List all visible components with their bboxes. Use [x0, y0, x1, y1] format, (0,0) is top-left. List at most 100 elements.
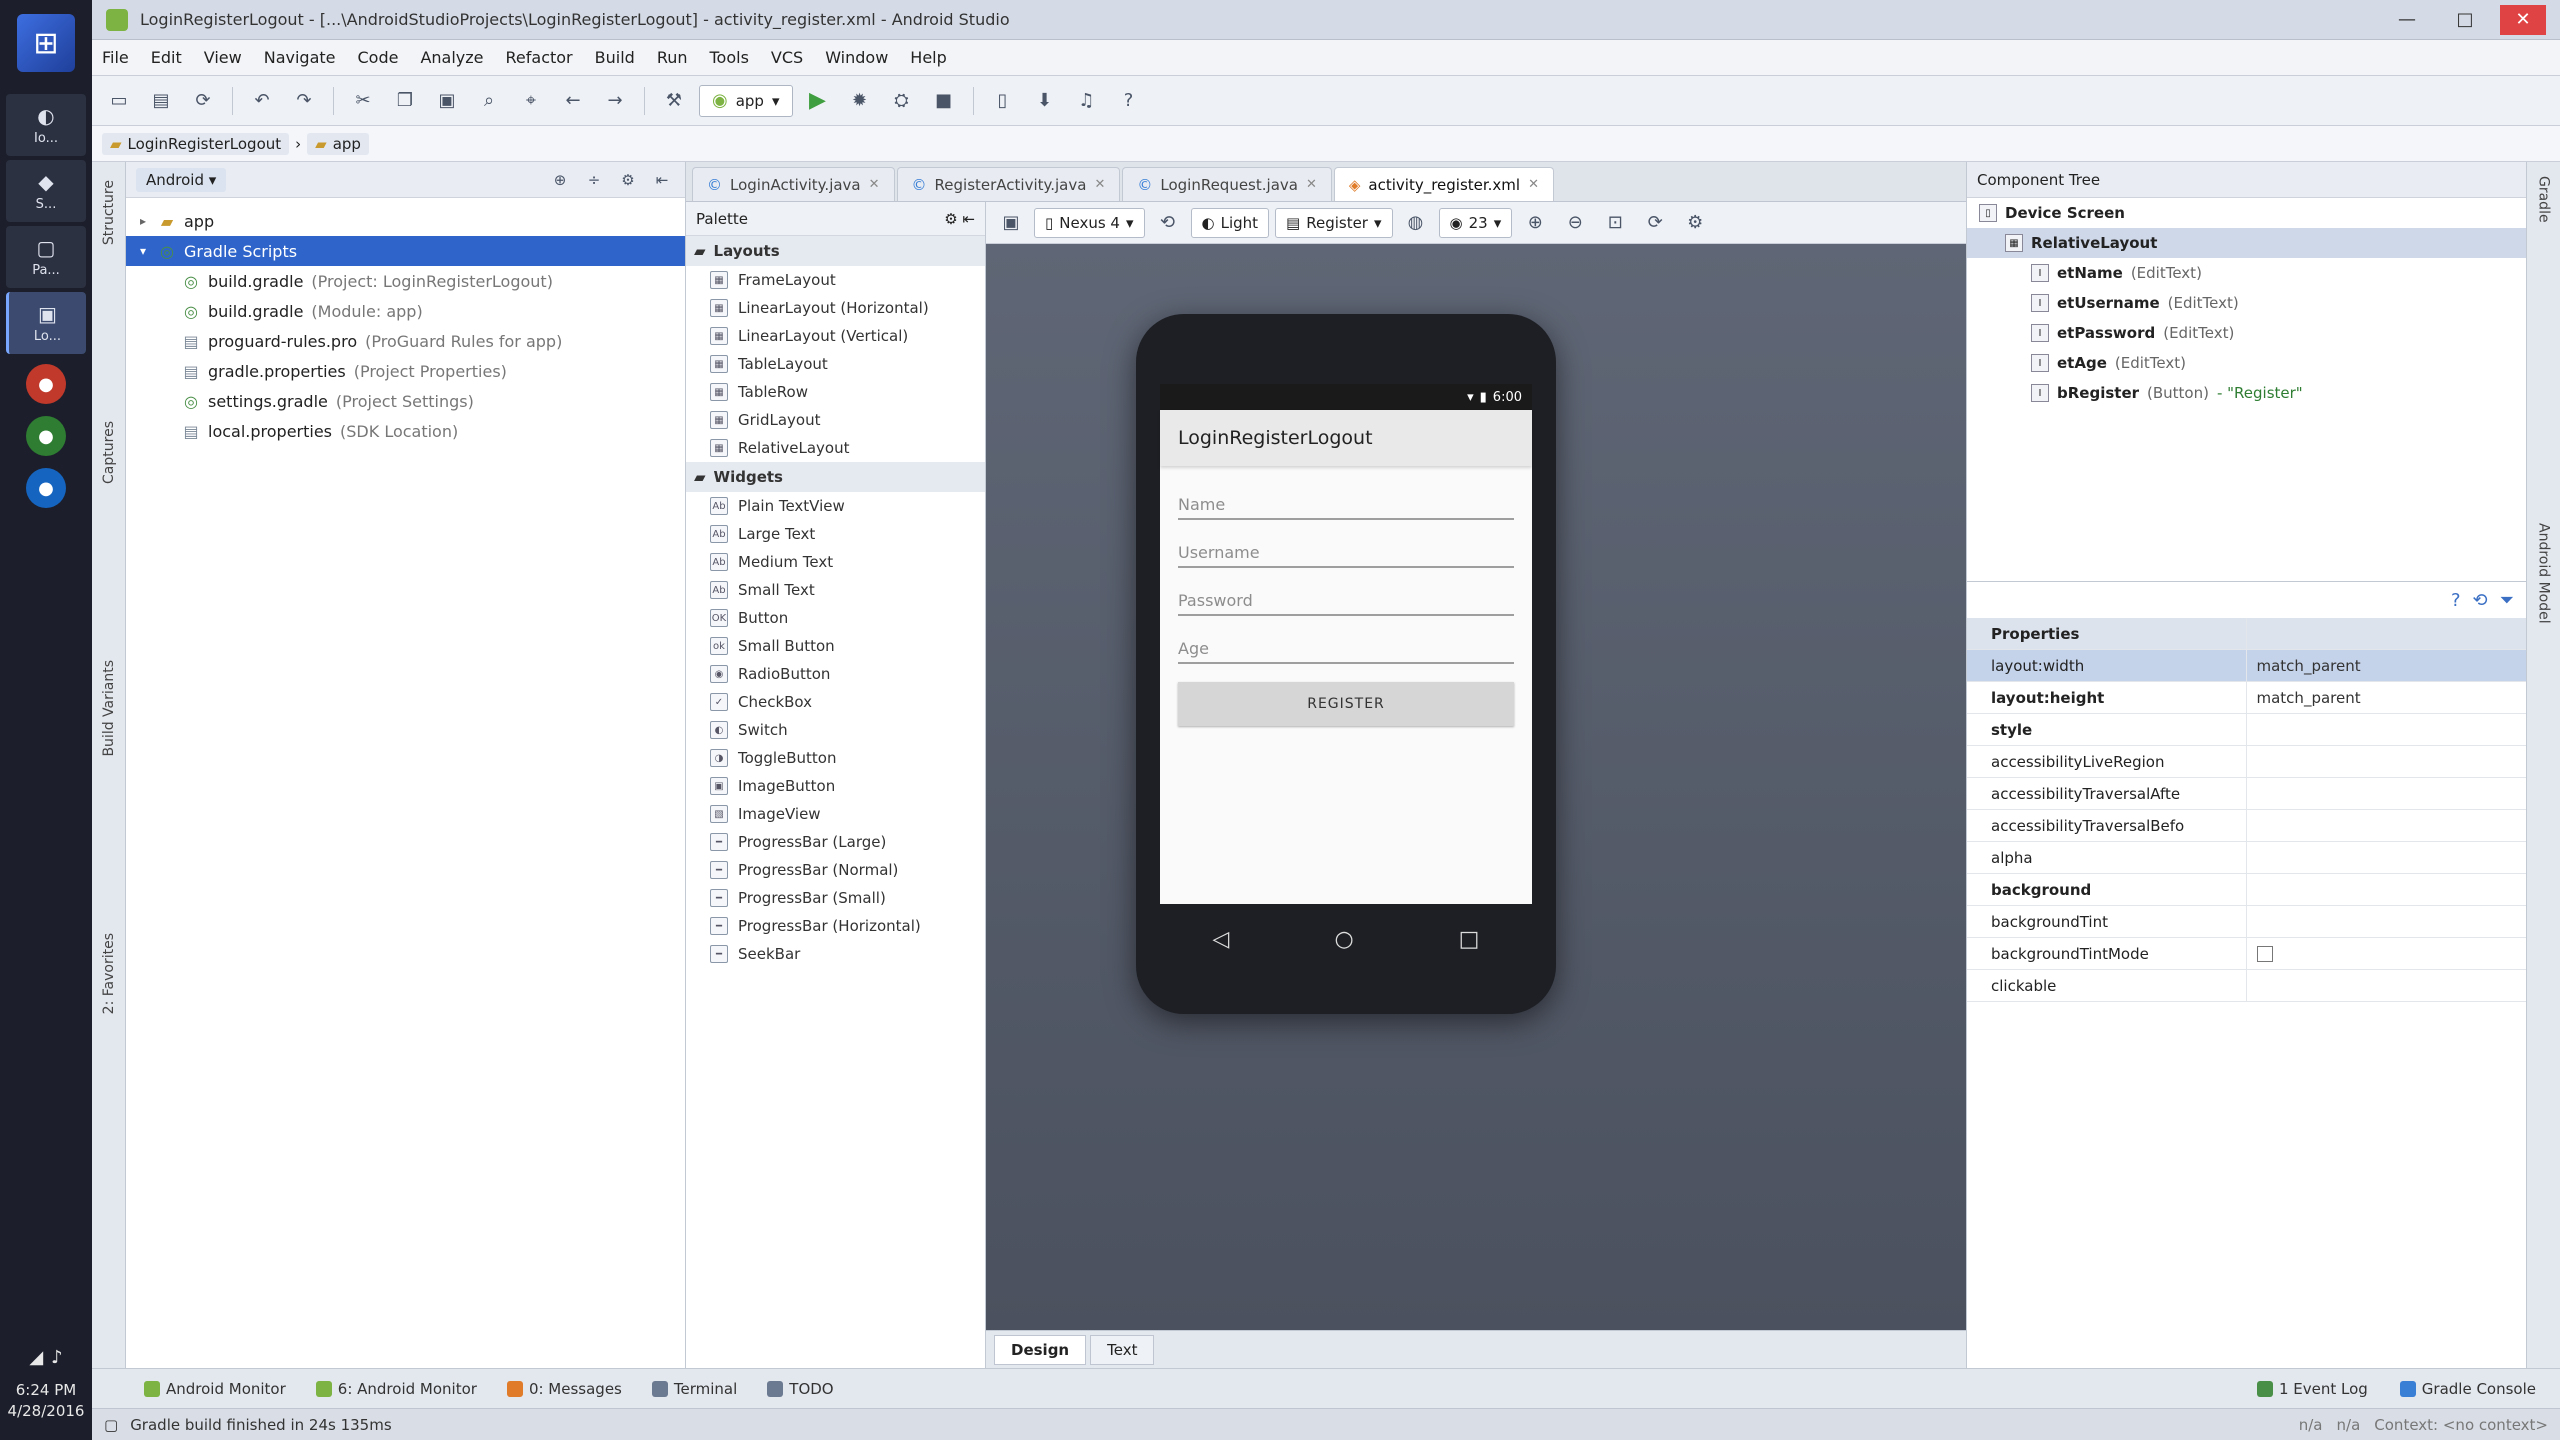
back-icon[interactable]: ←: [556, 84, 590, 118]
menu-analyze[interactable]: Analyze: [420, 48, 483, 67]
property-value[interactable]: [2247, 906, 2527, 937]
network-icon[interactable]: ◢: [29, 1347, 43, 1368]
palette-group-widgets[interactable]: ▰ Widgets: [686, 462, 985, 492]
breadcrumb-item[interactable]: ▰ app: [307, 132, 369, 155]
palette-item[interactable]: ◑ ToggleButton: [686, 744, 985, 772]
menu-help[interactable]: Help: [910, 48, 946, 67]
zoom-out-icon[interactable]: ⊖: [1558, 206, 1592, 240]
save-all-icon[interactable]: ▤: [144, 84, 178, 118]
palette-settings-icon[interactable]: ⚙ ⇤: [944, 210, 975, 228]
property-value[interactable]: match_parent: [2247, 650, 2527, 681]
tree-item[interactable]: ▤ gradle.properties (Project Properties): [126, 356, 685, 386]
debug-icon[interactable]: ✹: [843, 84, 877, 118]
property-row[interactable]: accessibilityTraversalAfte: [1967, 778, 2526, 810]
menu-vcs[interactable]: VCS: [771, 48, 803, 67]
settings-gear-icon[interactable]: ⚙: [615, 167, 641, 193]
tool-window-tab[interactable]: Captures: [101, 413, 117, 492]
bottom-tool-tab[interactable]: TODO: [755, 1374, 845, 1404]
copy-icon[interactable]: ❐: [388, 84, 422, 118]
menu-refactor[interactable]: Refactor: [506, 48, 573, 67]
property-row[interactable]: style: [1967, 714, 2526, 746]
palette-item[interactable]: ━ ProgressBar (Horizontal): [686, 912, 985, 940]
expand-arrow-icon[interactable]: ▾: [136, 244, 150, 258]
reset-icon[interactable]: ⟲: [2473, 590, 2488, 611]
rotate-icon[interactable]: ⟲: [1151, 206, 1185, 240]
component-tree-item[interactable]: ▦ RelativeLayout: [1967, 228, 2526, 258]
bottom-tool-tab[interactable]: Android Monitor: [132, 1374, 298, 1404]
bottom-tool-tab[interactable]: 0: Messages: [495, 1374, 634, 1404]
palette-item[interactable]: Ab Plain TextView: [686, 492, 985, 520]
tool-window-tab[interactable]: Gradle: [2536, 176, 2552, 223]
help-icon[interactable]: ?: [1112, 84, 1146, 118]
volume-icon[interactable]: ♪: [51, 1347, 63, 1368]
palette-item[interactable]: ▦ TableRow: [686, 378, 985, 406]
palette-item[interactable]: ▦ FrameLayout: [686, 266, 985, 294]
forward-icon[interactable]: →: [598, 84, 632, 118]
property-value[interactable]: [2247, 842, 2527, 873]
filter-icon[interactable]: ⏷: [2500, 590, 2514, 611]
device-select[interactable]: ▯ Nexus 4 ▾: [1034, 207, 1145, 238]
tab-text[interactable]: Text: [1090, 1334, 1155, 1365]
stop-icon[interactable]: ■: [927, 84, 961, 118]
palette-item[interactable]: ◐ Switch: [686, 716, 985, 744]
palette-group-layouts[interactable]: ▰ Layouts: [686, 236, 985, 266]
bottom-tool-tab[interactable]: 1 Event Log: [2245, 1374, 2380, 1404]
paste-icon[interactable]: ▣: [430, 84, 464, 118]
zoom-actual-icon[interactable]: ⊡: [1598, 206, 1632, 240]
cut-icon[interactable]: ✂: [346, 84, 380, 118]
taskbar-item[interactable]: ◐ Io...: [6, 94, 86, 156]
expand-arrow-icon[interactable]: ▸: [136, 214, 150, 228]
hide-panel-icon[interactable]: ⇤: [649, 167, 675, 193]
palette-item[interactable]: ━ ProgressBar (Normal): [686, 856, 985, 884]
attach-debugger-icon[interactable]: ⛭: [885, 84, 919, 118]
status-icon[interactable]: ▢: [104, 1416, 118, 1434]
palette-item[interactable]: ▦ LinearLayout (Vertical): [686, 322, 985, 350]
android-monitor-icon[interactable]: ♫: [1070, 84, 1104, 118]
zoom-in-icon[interactable]: ⊕: [1518, 206, 1552, 240]
tool-window-tab[interactable]: Android Model: [2536, 523, 2552, 624]
property-checkbox[interactable]: [2256, 945, 2273, 962]
locale-icon[interactable]: ◍: [1399, 206, 1433, 240]
palette-item[interactable]: OK Button: [686, 604, 985, 632]
close-tab-icon[interactable]: ✕: [1528, 177, 1539, 192]
phone-edittext-age[interactable]: Age: [1178, 624, 1514, 664]
menu-window[interactable]: Window: [825, 48, 888, 67]
tool-window-tab[interactable]: Build Variants: [101, 652, 117, 765]
component-tree-item[interactable]: IetAge (EditText): [1967, 348, 2526, 378]
api-level-select[interactable]: ◉ 23 ▾: [1438, 207, 1513, 238]
property-value[interactable]: [2247, 938, 2527, 969]
palette-item[interactable]: Ab Large Text: [686, 520, 985, 548]
component-tree-item[interactable]: IbRegister (Button) - "Register": [1967, 378, 2526, 408]
property-value[interactable]: [2247, 970, 2527, 1001]
taskbar-item[interactable]: ◆ S...: [6, 160, 86, 222]
property-row[interactable]: layout:height match_parent: [1967, 682, 2526, 714]
close-tab-icon[interactable]: ✕: [869, 177, 880, 192]
phone-edittext-name[interactable]: Name: [1178, 480, 1514, 520]
component-tree-item[interactable]: IetName (EditText): [1967, 258, 2526, 288]
settings-gear-icon[interactable]: ⚙: [1678, 206, 1712, 240]
property-row[interactable]: background: [1967, 874, 2526, 906]
minimize-button[interactable]: —: [2384, 5, 2430, 35]
property-row[interactable]: accessibilityLiveRegion: [1967, 746, 2526, 778]
component-tree-item[interactable]: IetPassword (EditText): [1967, 318, 2526, 348]
tree-item[interactable]: ▸ ▰ app: [126, 206, 685, 236]
editor-tab[interactable]: © LoginActivity.java ✕: [692, 167, 895, 201]
property-row[interactable]: layout:width match_parent: [1967, 650, 2526, 682]
start-button[interactable]: ⊞: [17, 14, 75, 72]
menu-code[interactable]: Code: [358, 48, 399, 67]
palette-item[interactable]: ◉ RadioButton: [686, 660, 985, 688]
property-value[interactable]: match_parent: [2247, 682, 2527, 713]
taskbar-app-icon[interactable]: ●: [26, 364, 66, 404]
palette-item[interactable]: ▦ RelativeLayout: [686, 434, 985, 462]
tree-item[interactable]: ▤ proguard-rules.pro (ProGuard Rules for a…: [126, 326, 685, 356]
theme-select[interactable]: ◐ Light: [1190, 207, 1270, 238]
bottom-tool-tab[interactable]: Gradle Console: [2388, 1374, 2548, 1404]
redo-icon[interactable]: ↷: [287, 84, 321, 118]
sync-panel-icon[interactable]: ⊕: [547, 167, 573, 193]
orientation-icon[interactable]: ▣: [994, 206, 1028, 240]
menu-tools[interactable]: Tools: [710, 48, 749, 67]
palette-item[interactable]: ━ ProgressBar (Small): [686, 884, 985, 912]
taskbar-item[interactable]: ▢ Pa...: [6, 226, 86, 288]
editor-tab[interactable]: © LoginRequest.java ✕: [1122, 167, 1332, 201]
phone-edittext-password[interactable]: Password: [1178, 576, 1514, 616]
